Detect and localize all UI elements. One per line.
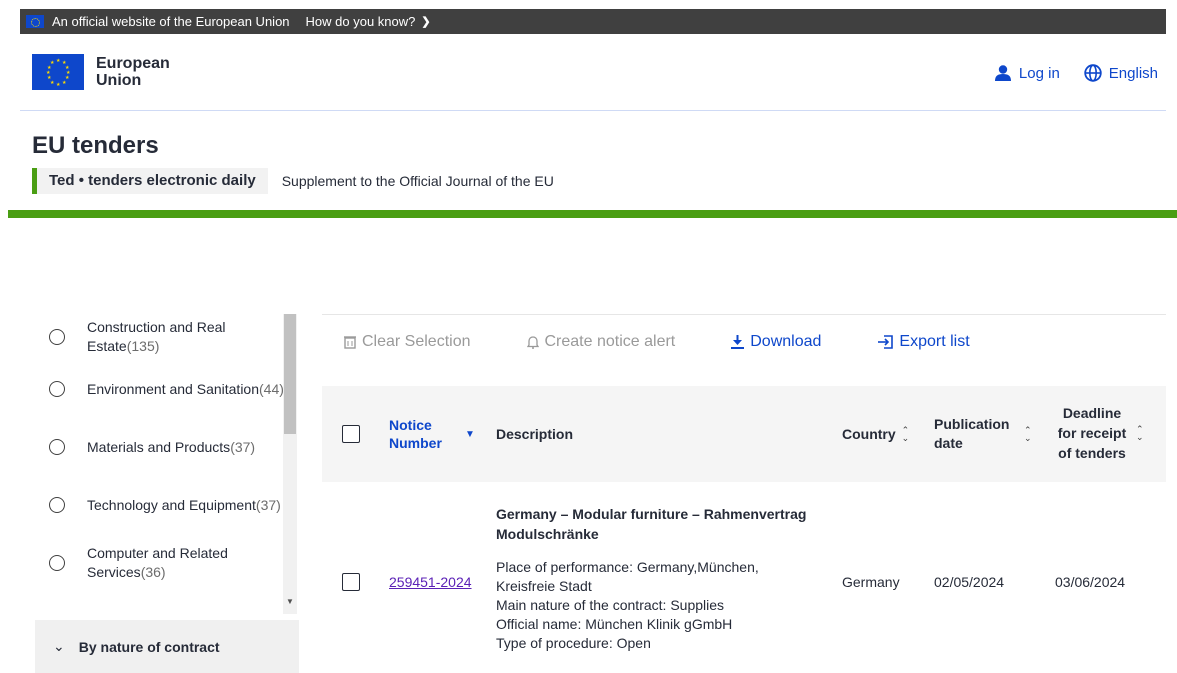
language-selector[interactable]: English: [1084, 64, 1158, 82]
radio-button[interactable]: [49, 555, 65, 571]
row-deadline: 03/06/2024: [1055, 574, 1126, 590]
column-publication-date[interactable]: Publication date ⌃ ⌄: [934, 415, 1032, 453]
facet-item[interactable]: Technology and Equipment(37): [35, 476, 297, 534]
logo-line-1: European: [96, 55, 170, 72]
notice-title: Germany – Modular furniture – Rahmenvert…: [496, 506, 807, 542]
row-country: Germany: [842, 574, 900, 590]
download-button[interactable]: Download: [731, 333, 821, 351]
create-notice-alert-label: Create notice alert: [544, 332, 676, 350]
column-country[interactable]: Country ⌃ ⌄: [842, 425, 910, 443]
sort-icon: ⌃ ⌄: [1136, 424, 1144, 442]
select-all-checkbox[interactable]: [342, 425, 360, 443]
column-country-label: Country: [842, 426, 896, 442]
contract-nature: Main nature of the contract: Supplies: [496, 597, 725, 613]
facet-item[interactable]: Materials and Products(37): [35, 418, 297, 476]
clear-selection-label: Clear Selection: [362, 332, 471, 350]
how-do-you-know-label: How do you know?: [305, 14, 416, 29]
trash-icon: [344, 335, 356, 349]
radio-button[interactable]: [49, 439, 65, 455]
radio-button[interactable]: [49, 329, 65, 345]
facet-label: Environment and Sanitation(44): [87, 380, 284, 397]
column-deadline-label: Deadline for receipt of tenders: [1057, 405, 1127, 461]
logo-line-2: Union: [96, 72, 142, 89]
results-toolbar: Clear Selection Create notice alert Down…: [322, 314, 1166, 368]
download-icon: [731, 334, 745, 349]
header-divider: [8, 210, 1177, 218]
download-label: Download: [750, 332, 822, 350]
scroll-down-arrow-icon[interactable]: ▼: [286, 597, 294, 606]
procedure-type: Type of procedure: Open: [496, 635, 651, 651]
how-do-you-know-toggle[interactable]: How do you know? ❯: [306, 14, 431, 29]
facet-label: Construction and Real Estate(135): [87, 319, 226, 354]
radio-button[interactable]: [49, 497, 65, 513]
sort-icon: ⌃ ⌄: [1024, 425, 1032, 443]
checkbox[interactable]: [342, 425, 360, 443]
export-list-label: Export list: [899, 332, 970, 350]
chevron-down-icon: ⌄: [53, 638, 65, 654]
table-header: Notice Number ▼ Description Country ⌃ ⌄ P…: [322, 386, 1166, 482]
column-notice-number[interactable]: Notice Number ▼: [389, 416, 475, 452]
site-subtitle: Supplement to the Official Journal of th…: [281, 173, 554, 189]
eu-flag-icon: [26, 15, 44, 28]
official-eu-banner: An official website of the European Unio…: [20, 9, 1166, 34]
facet-list: Construction and Real Estate(135) Enviro…: [35, 314, 297, 614]
nature-of-contract-toggle[interactable]: ⌄ By nature of contract: [35, 620, 299, 673]
filter-sidebar: Construction and Real Estate(135) Enviro…: [35, 314, 299, 673]
official-website-text: An official website of the European Unio…: [52, 14, 290, 29]
chevron-down-icon: ❯: [421, 16, 431, 28]
logo-text: European Union: [96, 55, 170, 89]
place-of-performance: Place of performance: Germany,München, K…: [496, 559, 759, 594]
eu-flag-icon: ★ ★ ★ ★ ★ ★ ★ ★ ★ ★ ★ ★: [32, 54, 84, 90]
column-publication-date-label: Publication date: [934, 416, 1010, 451]
clear-selection-button[interactable]: Clear Selection: [344, 333, 471, 351]
results-table: Notice Number ▼ Description Country ⌃ ⌄ P…: [322, 386, 1166, 673]
nature-of-contract-label: By nature of contract: [78, 638, 220, 655]
column-notice-number-label: Notice Number: [389, 417, 442, 451]
user-icon: [994, 65, 1011, 81]
official-name: Official name: München Klinik gGmbH: [496, 616, 733, 632]
row-publication-date: 02/05/2024: [934, 574, 1005, 590]
facet-item[interactable]: Environment and Sanitation(44): [35, 360, 297, 418]
column-description-label: Description: [496, 426, 574, 442]
site-header: ★ ★ ★ ★ ★ ★ ★ ★ ★ ★ ★ ★ European Union L…: [20, 34, 1166, 111]
radio-button[interactable]: [49, 381, 65, 397]
facet-label: Technology and Equipment(37): [87, 496, 281, 513]
facet-label: Computer and Related Services(36): [87, 545, 228, 580]
scrollbar-thumb[interactable]: [284, 314, 296, 434]
column-deadline[interactable]: Deadline for receipt of tenders ⌃ ⌄: [1054, 403, 1144, 463]
row-description: Germany – Modular furniture – Rahmenvert…: [496, 504, 836, 653]
facet-item[interactable]: Construction and Real Estate(135): [35, 314, 297, 360]
login-button[interactable]: Log in: [994, 65, 1060, 82]
eu-logo[interactable]: ★ ★ ★ ★ ★ ★ ★ ★ ★ ★ ★ ★ European Union: [32, 54, 170, 90]
login-label: Log in: [1018, 64, 1060, 82]
bell-icon: [526, 335, 539, 349]
column-description: Description: [496, 426, 573, 442]
facet-label: Materials and Products(37): [87, 438, 256, 455]
create-notice-alert-button[interactable]: Create notice alert: [526, 332, 676, 351]
sort-icon: ⌃ ⌄: [901, 425, 910, 443]
notice-number-link[interactable]: 259451-2024: [389, 574, 472, 590]
export-icon: [878, 334, 894, 349]
export-list-button[interactable]: Export list: [877, 332, 970, 351]
table-row: 259451-2024 Germany – Modular furniture …: [322, 482, 1166, 673]
checkbox[interactable]: [342, 573, 360, 591]
header-actions: Log in English: [970, 64, 1158, 82]
page-title: EU tenders: [32, 132, 159, 159]
site-subtitle-row: Ted • tenders electronic daily Supplemen…: [32, 168, 554, 194]
facet-item[interactable]: Computer and Related Services(36): [35, 534, 297, 592]
ted-label: Ted • tenders electronic daily: [32, 168, 268, 194]
row-checkbox[interactable]: [342, 573, 360, 591]
sort-desc-icon: ▼: [465, 428, 475, 440]
facet-scrollbar[interactable]: ▼: [283, 314, 297, 614]
language-label: English: [1108, 64, 1158, 82]
globe-icon: [1084, 64, 1102, 82]
